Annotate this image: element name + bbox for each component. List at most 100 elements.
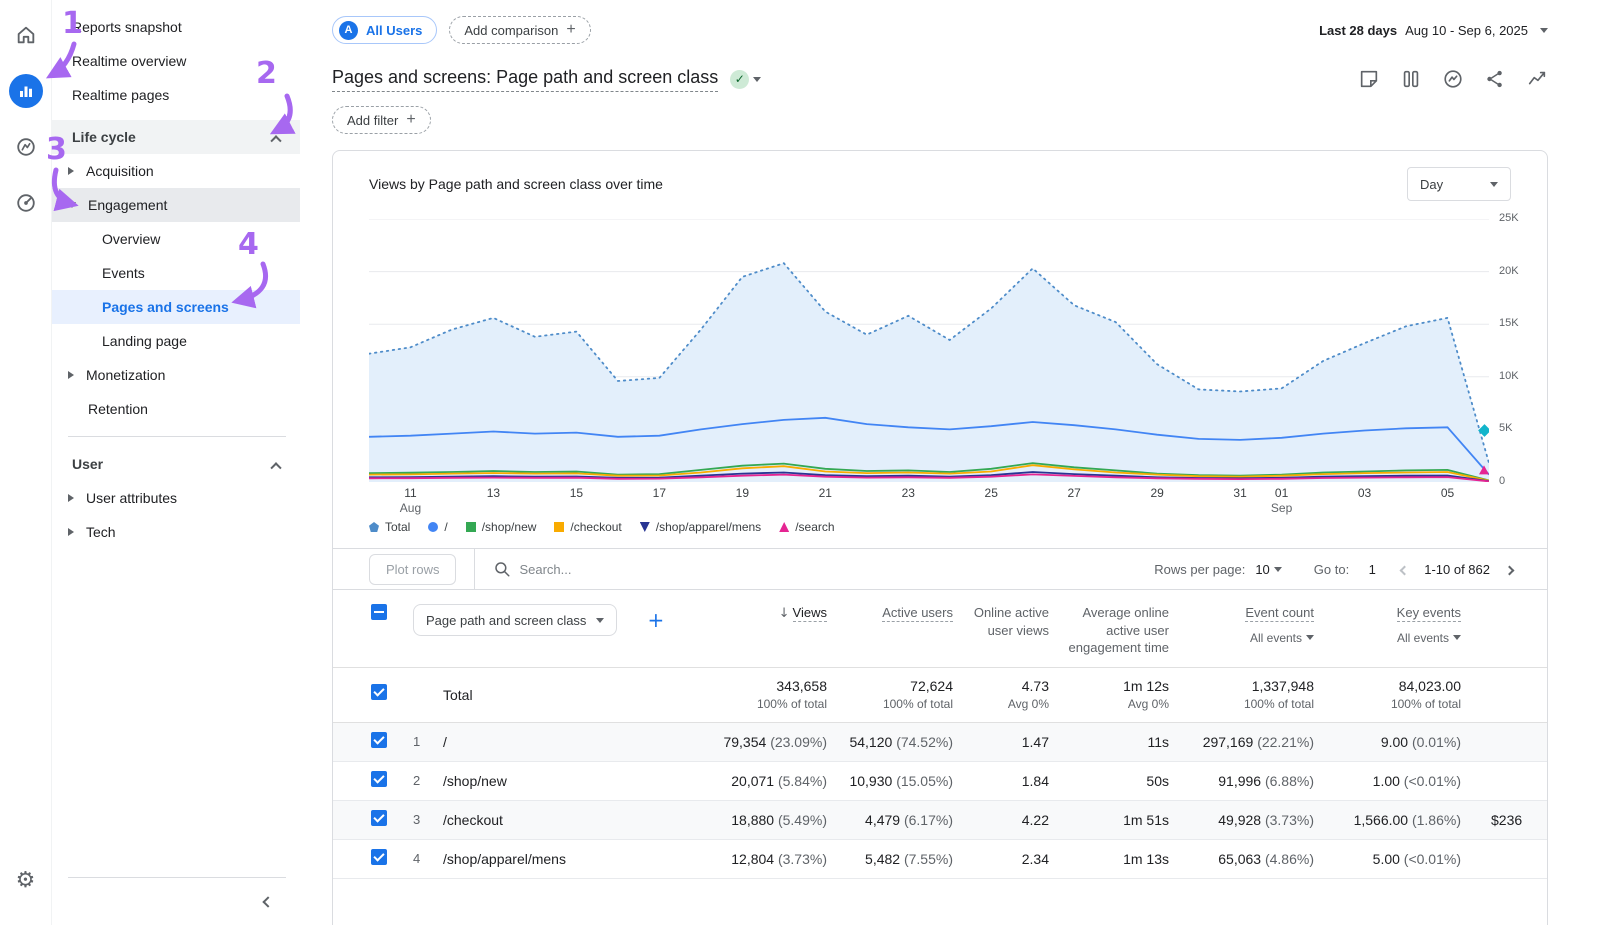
note-icon[interactable] — [1358, 68, 1380, 90]
table-row: 4 /shop/apparel/mens 12,804 (3.73%) 5,48… — [333, 840, 1547, 879]
page-path: /shop/apparel/mens — [443, 851, 717, 867]
sidebar-item-retention[interactable]: Retention — [52, 392, 300, 426]
pagination-range: 1-10 of 862 — [1424, 562, 1490, 577]
sidebar-item-landing-page[interactable]: Landing page — [52, 324, 300, 358]
legend-item[interactable]: /shop/new — [466, 520, 537, 534]
advertising-icon[interactable] — [9, 186, 43, 220]
chevron-down-icon — [1490, 182, 1498, 191]
event-count-header[interactable]: Event count All events — [1169, 604, 1314, 646]
row-checkbox[interactable] — [371, 732, 387, 748]
legend-item[interactable]: /checkout — [554, 520, 621, 534]
event-count-cell: 49,928 (3.73%) — [1169, 812, 1314, 828]
date-range-picker[interactable]: Last 28 days Aug 10 - Sep 6, 2025 — [1319, 23, 1548, 38]
legend-label: /search — [795, 520, 834, 534]
row-checkbox[interactable] — [371, 771, 387, 787]
key-events-header[interactable]: Key events All events — [1314, 604, 1461, 646]
chevron-down-icon — [596, 618, 604, 627]
sidebar-item-pages-and-screens[interactable]: Pages and screens — [52, 290, 300, 324]
sidebar-item-reports-snapshot[interactable]: Reports snapshot — [52, 10, 300, 44]
expand-arrow-icon[interactable] — [68, 371, 74, 379]
collapse-sidebar-icon[interactable] — [262, 896, 273, 907]
home-icon[interactable] — [9, 18, 43, 52]
add-filter-chip[interactable]: Add filter — [332, 106, 431, 134]
online-views-cell: 4.22 — [953, 812, 1049, 828]
collapse-chevron-icon[interactable] — [272, 456, 280, 472]
insights-icon[interactable] — [1526, 68, 1548, 90]
granularity-select[interactable]: Day — [1407, 167, 1511, 201]
legend-item[interactable]: Total — [369, 520, 410, 534]
date-range: Aug 10 - Sep 6, 2025 — [1405, 23, 1528, 38]
avg-engagement-cell: 11s — [1049, 734, 1169, 750]
chart-legend: Total / /shop/new/checkout/shop/apparel/me… — [369, 520, 1547, 534]
event-count-cell: 91,996 (6.88%) — [1169, 773, 1314, 789]
segment-avatar: A — [339, 21, 358, 40]
x-axis-label: 05 — [1441, 486, 1454, 501]
share-icon[interactable] — [1484, 68, 1506, 90]
event-count-filter[interactable]: All events — [1169, 630, 1314, 646]
sidebar-item-acquisition[interactable]: Acquisition — [52, 154, 300, 188]
add-column-icon[interactable]: + — [647, 608, 664, 632]
add-comparison-chip[interactable]: Add comparison — [449, 16, 590, 44]
collapse-arrow-icon[interactable] — [68, 202, 76, 208]
sidebar-item-user-attributes[interactable]: User attributes — [52, 481, 300, 515]
select-all-checkbox[interactable] — [371, 604, 387, 620]
row-checkbox[interactable] — [371, 849, 387, 865]
sidebar-item-realtime-pages[interactable]: Realtime pages — [52, 78, 300, 112]
all-users-chip[interactable]: A All Users — [332, 16, 437, 44]
active-users-cell: 4,479 (6.17%) — [827, 812, 953, 828]
legend-item[interactable]: / — [428, 520, 447, 534]
legend-item[interactable]: /search — [779, 520, 834, 534]
x-axis-label: 31 — [1233, 486, 1246, 501]
row-checkbox[interactable] — [371, 810, 387, 826]
active-users-header[interactable]: Active users — [827, 604, 953, 622]
x-axis-label: 19 — [736, 486, 749, 501]
sort-desc-icon: ↓ — [779, 606, 790, 621]
table-search[interactable] — [493, 560, 659, 578]
key-events-cell: 9.00 (0.01%) — [1314, 734, 1461, 750]
expand-arrow-icon[interactable] — [68, 167, 74, 175]
sidebar-item-monetization[interactable]: Monetization — [52, 358, 300, 392]
plot-rows-button[interactable]: Plot rows — [369, 554, 456, 585]
expand-arrow-icon[interactable] — [68, 494, 74, 502]
row-index: 2 — [413, 773, 443, 788]
chart-canvas — [369, 219, 1489, 482]
x-axis-label: 21 — [819, 486, 832, 501]
legend-marker-pentagon — [369, 522, 379, 532]
sidebar-item-engagement[interactable]: Engagement — [52, 188, 300, 222]
sidebar-item-realtime-overview[interactable]: Realtime overview — [52, 44, 300, 78]
sidebar-item-events[interactable]: Events — [52, 256, 300, 290]
settings-gear-icon[interactable]: ⚙ — [16, 868, 36, 893]
y-axis-label: 20K — [1499, 265, 1519, 277]
prev-page-icon[interactable] — [1395, 562, 1414, 577]
views-chart[interactable]: 05K10K15K20K25K — [369, 219, 1489, 482]
divider — [474, 548, 475, 590]
key-events-filter[interactable]: All events — [1314, 630, 1461, 646]
avg-engagement-cell: 1m 13s — [1049, 851, 1169, 867]
next-page-icon[interactable] — [1500, 562, 1519, 577]
y-axis-label: 15K — [1499, 317, 1519, 329]
compare-reports-icon[interactable] — [1400, 68, 1422, 90]
anomaly-icon[interactable] — [1442, 68, 1464, 90]
chevron-down-icon[interactable] — [753, 77, 761, 86]
legend-label: /shop/new — [482, 520, 537, 534]
expand-arrow-icon[interactable] — [68, 528, 74, 536]
sidebar-item-tech[interactable]: Tech — [52, 515, 300, 549]
row-checkbox[interactable] — [371, 684, 387, 700]
sidebar-section-user[interactable]: User — [52, 447, 300, 481]
legend-marker-circle — [428, 522, 438, 532]
dimension-select[interactable]: Page path and screen class — [413, 604, 617, 636]
online-active-user-views-header[interactable]: Online active user views — [953, 604, 1049, 639]
sidebar-section-life-cycle[interactable]: Life cycle — [52, 120, 300, 154]
legend-item[interactable]: /shop/apparel/mens — [640, 520, 761, 534]
collapse-chevron-icon[interactable] — [272, 129, 280, 145]
x-axis-label: 13 — [487, 486, 500, 501]
avg-engagement-time-header[interactable]: Average online active user engagement ti… — [1049, 604, 1169, 657]
explore-icon[interactable] — [9, 130, 43, 164]
sidebar-item-overview[interactable]: Overview — [52, 222, 300, 256]
views-header[interactable]: ↓Views — [717, 604, 827, 623]
goto-page-input[interactable] — [1359, 562, 1385, 577]
reports-icon[interactable] — [9, 74, 43, 108]
search-input[interactable] — [519, 562, 659, 577]
online-views-cell: 1.47 — [953, 734, 1049, 750]
rows-per-page-select[interactable]: 10 — [1255, 562, 1281, 577]
